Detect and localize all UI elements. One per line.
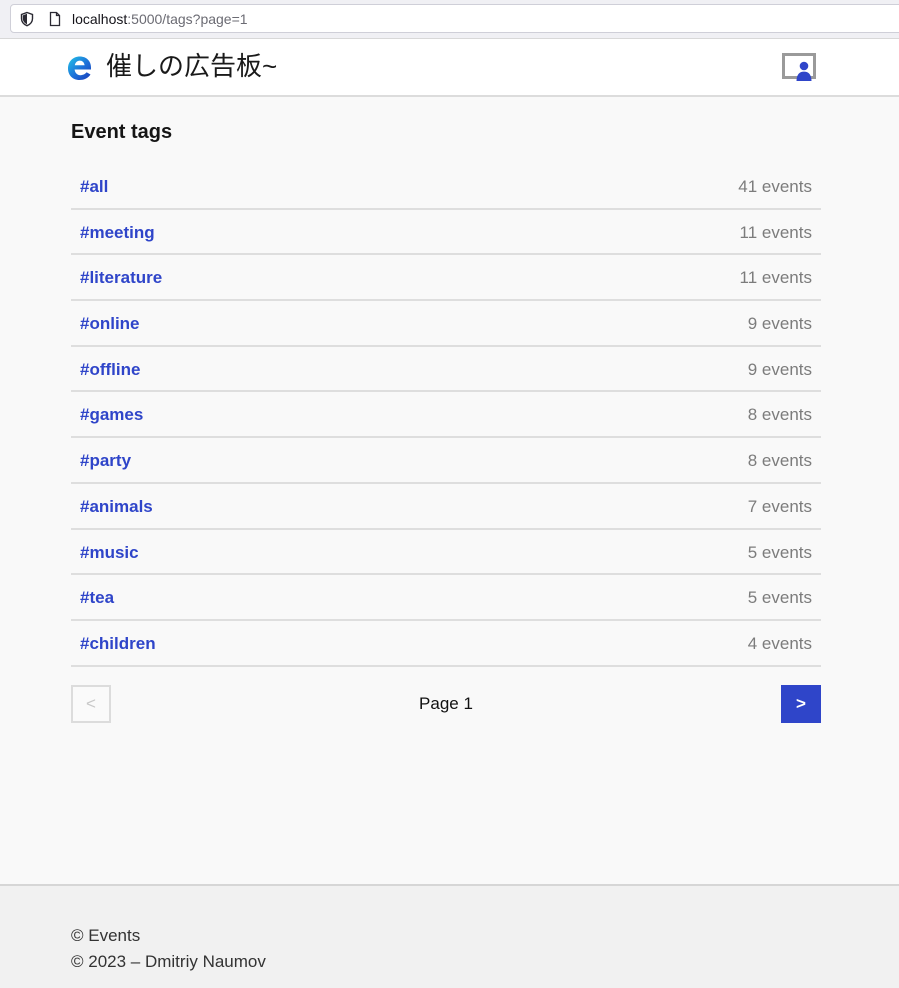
tag-link-offline[interactable]: #offline bbox=[80, 360, 140, 380]
tag-count: 5 events bbox=[747, 542, 812, 562]
pagination: Page 1 < > bbox=[71, 685, 821, 723]
page-indicator: Page 1 bbox=[419, 694, 473, 713]
tag-count: 9 events bbox=[747, 314, 812, 334]
tag-row: #all 41 events bbox=[71, 164, 821, 210]
url-host: localhost bbox=[72, 11, 128, 27]
tag-count: 9 events bbox=[747, 359, 812, 379]
footer-author: © 2023 – Dmitriy Naumov bbox=[71, 952, 266, 971]
page-icon[interactable] bbox=[47, 11, 63, 27]
site-title[interactable]: 催しの広告板~ bbox=[106, 50, 277, 82]
tag-link-meeting[interactable]: #meeting bbox=[80, 223, 155, 243]
site-header: 催しの広告板~ bbox=[0, 38, 899, 97]
tag-count: 11 events bbox=[739, 222, 812, 242]
tag-row: #children 4 events bbox=[71, 621, 821, 667]
tag-row: #meeting 11 events bbox=[71, 210, 821, 256]
tag-row: #party 8 events bbox=[71, 438, 821, 484]
tag-row: #music 5 events bbox=[71, 530, 821, 576]
page-title: Event tags bbox=[71, 121, 173, 143]
tag-row: #literature 11 events bbox=[71, 255, 821, 302]
logo-icon[interactable] bbox=[66, 52, 94, 82]
tag-row: #animals 7 events bbox=[71, 484, 821, 530]
tag-row: #offline 9 events bbox=[71, 347, 821, 393]
tag-count: 7 events bbox=[747, 496, 812, 516]
url-path: :5000/tags?page=1 bbox=[127, 11, 248, 27]
tag-link-party[interactable]: #party bbox=[80, 451, 131, 471]
tag-count: 4 events bbox=[747, 633, 812, 653]
site-footer: © Events © 2023 – Dmitriy Naumov bbox=[0, 884, 899, 988]
tag-row: #online 9 events bbox=[71, 301, 821, 347]
tag-count: 8 events bbox=[747, 405, 812, 425]
tag-row: #tea 5 events bbox=[71, 575, 821, 621]
shield-icon[interactable] bbox=[19, 11, 35, 27]
tag-count: 41 events bbox=[738, 177, 812, 196]
tag-count: 11 events bbox=[739, 268, 812, 288]
tag-link-games[interactable]: #games bbox=[80, 405, 143, 425]
tag-list: #all 41 events #meeting 11 events #liter… bbox=[71, 164, 821, 667]
address-bar[interactable]: localhost:5000/tags?page=1 bbox=[10, 4, 899, 33]
tag-link-all[interactable]: #all bbox=[80, 177, 108, 197]
tag-link-children[interactable]: #children bbox=[80, 634, 156, 654]
tag-count: 5 events bbox=[747, 588, 812, 608]
url-text[interactable]: localhost:5000/tags?page=1 bbox=[72, 10, 248, 28]
tag-count: 8 events bbox=[747, 451, 812, 471]
avatar-icon[interactable] bbox=[782, 53, 816, 83]
tag-link-literature[interactable]: #literature bbox=[80, 268, 162, 288]
browser-toolbar: localhost:5000/tags?page=1 bbox=[0, 0, 899, 38]
tag-link-music[interactable]: #music bbox=[80, 543, 139, 563]
footer-copyright: © Events bbox=[71, 926, 141, 945]
next-page-button[interactable]: > bbox=[781, 685, 821, 723]
tag-link-tea[interactable]: #tea bbox=[80, 588, 114, 608]
tag-link-animals[interactable]: #animals bbox=[80, 497, 153, 517]
tag-row: #games 8 events bbox=[71, 392, 821, 439]
prev-page-button[interactable]: < bbox=[71, 685, 111, 723]
tag-link-online[interactable]: #online bbox=[80, 314, 140, 334]
